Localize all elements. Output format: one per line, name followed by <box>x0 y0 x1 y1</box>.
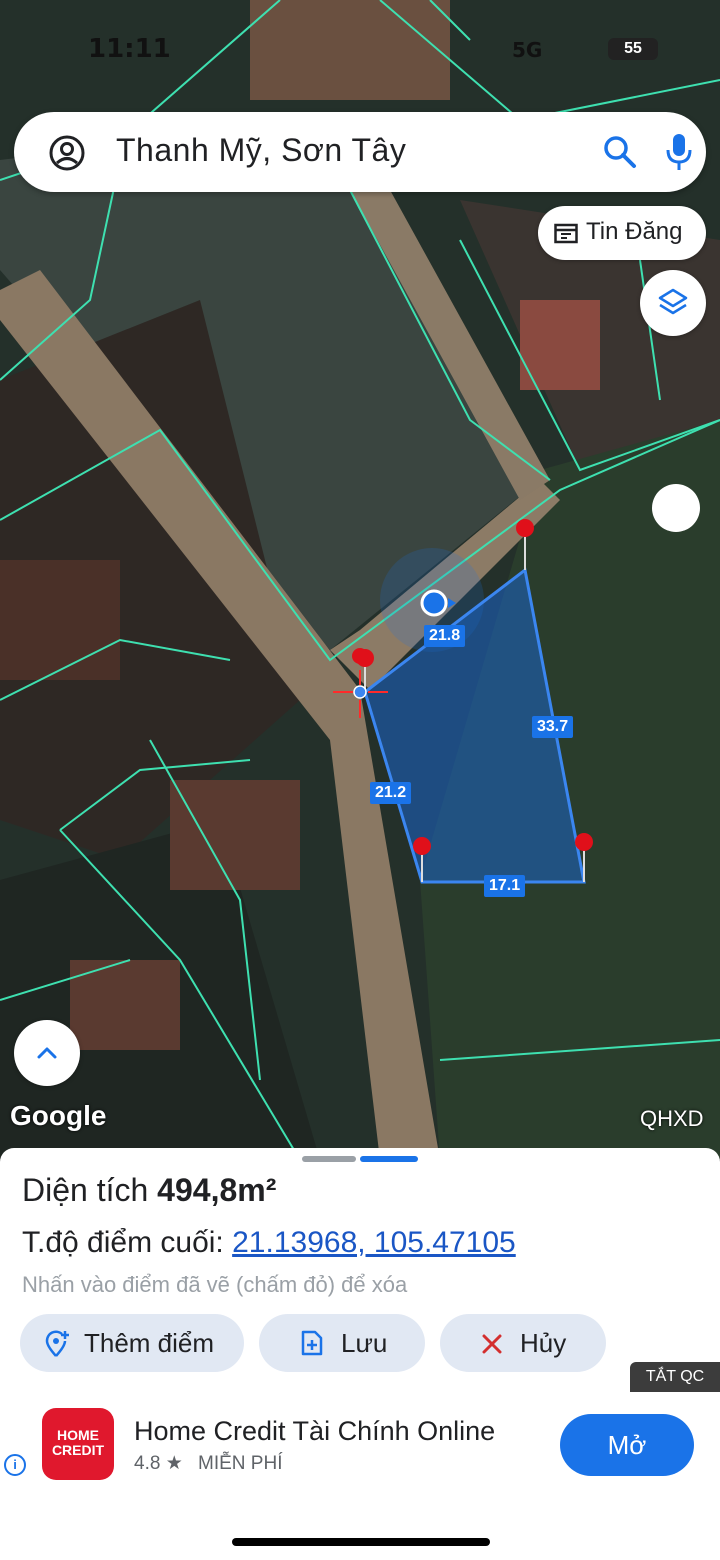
vertex-marker[interactable] <box>413 837 431 855</box>
save-button[interactable]: Lưu <box>259 1314 425 1372</box>
vertex-marker[interactable] <box>575 833 593 851</box>
ad-rating: 4.8 ★ <box>134 1453 183 1474</box>
ad-meta: 4.8 ★ MIỄN PHÍ <box>134 1452 282 1475</box>
area-label: Diện tích <box>22 1172 149 1208</box>
ad-price: MIỄN PHÍ <box>198 1453 283 1474</box>
expand-up-button[interactable] <box>14 1020 80 1086</box>
network-label: 5G <box>512 38 543 62</box>
layers-icon <box>658 288 688 315</box>
delete-hint: Nhấn vào điểm đã vẽ (chấm đỏ) để xóa <box>22 1272 408 1297</box>
battery-icon: 55 <box>608 38 658 60</box>
edge-length-label: 33.7 <box>532 716 574 738</box>
add-point-button[interactable]: Thêm điểm <box>20 1314 244 1372</box>
home-indicator[interactable] <box>232 1538 490 1546</box>
add-location-icon <box>45 1330 69 1357</box>
cancel-label: Hủy <box>520 1328 567 1358</box>
cancel-button[interactable]: Hủy <box>440 1314 606 1372</box>
file-add-icon <box>301 1330 323 1356</box>
google-logo: Google <box>10 1100 107 1131</box>
edge-length-label: 17.1 <box>484 875 526 897</box>
tin-dang-label: Tin Đăng <box>586 218 683 245</box>
status-bar: 11:11 5G 55 <box>0 30 720 70</box>
sheet-handle-active[interactable] <box>360 1156 418 1162</box>
logo-text-line2: CREDIT <box>51 1442 105 1458</box>
home-indicator-area <box>0 1502 720 1560</box>
map-control-button[interactable] <box>652 484 700 532</box>
home-credit-logo: HOME CREDIT <box>42 1408 114 1480</box>
coords-label: T.độ điểm cuối: <box>22 1226 224 1259</box>
my-location-icon <box>420 589 448 617</box>
edge-length-label: 21.8 <box>424 625 466 647</box>
layers-button[interactable] <box>640 270 706 336</box>
chevron-up-icon <box>37 1047 57 1059</box>
save-label: Lưu <box>341 1328 388 1358</box>
calendar-icon <box>554 223 578 244</box>
edge-length-label: 21.2 <box>370 782 412 804</box>
logo-text-line1: HOME <box>57 1427 99 1443</box>
qhxd-label: QHXD <box>640 1106 704 1131</box>
search-icon[interactable] <box>602 134 638 170</box>
ad-info-icon[interactable]: i <box>4 1454 26 1476</box>
status-time: 11:11 <box>88 34 171 64</box>
coords-link[interactable]: 21.13968, 105.47105 <box>232 1226 516 1259</box>
sheet-handle[interactable] <box>302 1156 356 1162</box>
add-point-label: Thêm điểm <box>84 1328 215 1358</box>
open-ad-button[interactable]: Mở <box>560 1414 694 1476</box>
account-icon[interactable] <box>48 134 86 172</box>
area-readout: Diện tích 494,8m² <box>22 1172 276 1209</box>
area-value: 494,8m² <box>157 1172 277 1208</box>
search-bar[interactable]: Thanh Mỹ, Sơn Tây <box>14 112 706 192</box>
coords-readout: T.độ điểm cuối: 21.13968, 105.47105 <box>22 1226 516 1260</box>
microphone-icon[interactable] <box>664 132 694 172</box>
ad-title: Home Credit Tài Chính Online <box>134 1416 496 1446</box>
search-query[interactable]: Thanh Mỹ, Sơn Tây <box>116 132 406 169</box>
measurement-sheet: Diện tích 494,8m² T.độ điểm cuối: 21.139… <box>0 1148 720 1392</box>
close-icon <box>482 1334 502 1354</box>
close-ad-button[interactable]: TẮT QC <box>630 1362 720 1392</box>
vertex-marker[interactable] <box>516 519 534 537</box>
tin-dang-button[interactable]: Tin Đăng <box>538 206 706 260</box>
ad-banner[interactable]: i HOME CREDIT Home Credit Tài Chính Onli… <box>0 1392 720 1502</box>
